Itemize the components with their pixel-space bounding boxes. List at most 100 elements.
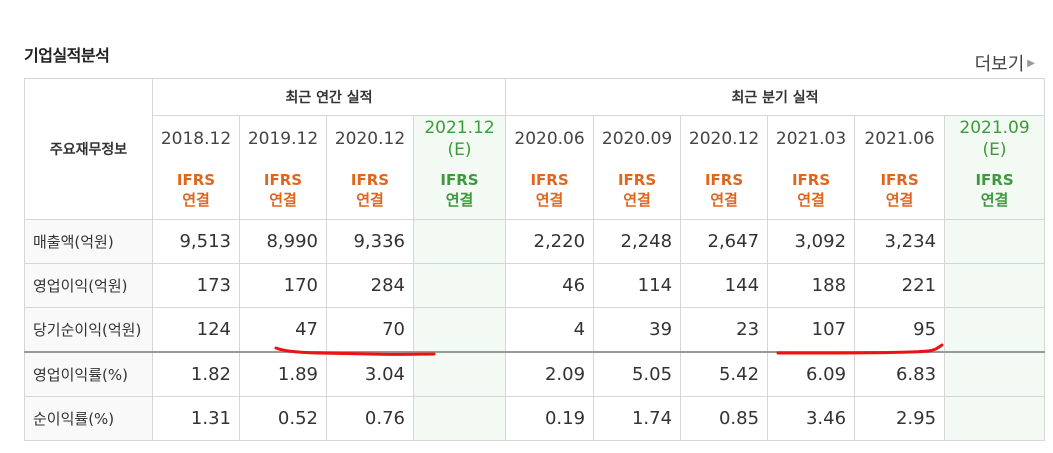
quarter-period-3: 2021.03 [767, 115, 856, 161]
basis-standard: IFRS [975, 171, 1014, 189]
annual-header: 최근 연간 실적 [151, 78, 507, 116]
table-cell: 5.05 [593, 351, 682, 397]
table-cell [412, 351, 507, 397]
table-cell: 70 [326, 307, 414, 353]
basis-type: 연결 [623, 191, 651, 209]
table-row: 영업이익(억원) 173 170 284 46 114 144 188 221 [24, 263, 1046, 308]
table-cell [412, 396, 507, 441]
row-label: 매출액(억원) [24, 219, 153, 264]
table-row: 순이익률(%) 1.31 0.52 0.76 0.19 1.74 0.85 3.46 2.95 [24, 396, 1046, 441]
table-cell: 3,234 [854, 219, 946, 264]
table-cell: 3.04 [326, 351, 414, 397]
table-cell: 6.83 [854, 351, 946, 397]
table-cell: 3,092 [767, 219, 856, 264]
basis-type: 연결 [885, 191, 914, 209]
table-cell [944, 396, 1046, 441]
table-cell: 0.76 [326, 396, 414, 441]
annual-basis-1: IFRS 연결 [239, 161, 327, 220]
table-cell: 9,336 [326, 219, 414, 264]
table-cell [412, 219, 507, 264]
table-cell [944, 351, 1046, 397]
table-cell: 1.31 [152, 396, 240, 441]
basis-standard: IFRS [440, 171, 479, 189]
table-cell: 173 [152, 263, 240, 308]
table-cell: 170 [239, 263, 327, 308]
table-cell: 284 [326, 263, 414, 308]
table-cell: 1.82 [152, 351, 240, 397]
annual-basis-3: IFRS 연결 [412, 161, 507, 220]
period-date: 2021.12 [424, 117, 495, 138]
basis-type: 연결 [535, 191, 564, 209]
annual-basis-0: IFRS 연결 [152, 161, 240, 220]
quarter-basis-3: IFRS 연결 [767, 161, 856, 220]
table-cell: 114 [593, 263, 682, 308]
quarter-header: 최근 분기 실적 [505, 78, 1046, 116]
estimate-mark: (E) [982, 139, 1007, 160]
quarter-period-0: 2020.06 [505, 115, 595, 161]
table-cell: 2,248 [593, 219, 682, 264]
basis-standard: IFRS [530, 171, 569, 189]
estimate-mark: (E) [447, 139, 472, 160]
quarter-period-2: 2020.12 [680, 115, 769, 161]
label-header: 주요재무정보 [24, 78, 153, 220]
annual-period-1: 2019.12 [239, 115, 327, 161]
table-cell [944, 307, 1046, 353]
table-row: 영업이익률(%) 1.82 1.89 3.04 2.09 5.05 5.42 6.09 6.83 [24, 351, 1046, 397]
quarter-basis-1: IFRS 연결 [593, 161, 682, 220]
table-cell: 2,647 [680, 219, 769, 264]
annual-period-3: 2021.12 (E) [412, 115, 507, 161]
period-date: 2021.06 [864, 128, 935, 149]
quarter-basis-5: IFRS 연결 [944, 161, 1046, 220]
table-cell [412, 307, 507, 353]
table-cell: 107 [767, 307, 856, 353]
table-cell: 0.19 [505, 396, 595, 441]
period-date: 2018.12 [160, 128, 232, 149]
more-label: 더보기 [974, 54, 1025, 75]
financial-table: 주요재무정보 최근 연간 실적 최근 분기 실적 2018.12 2019.12 2… [24, 78, 1046, 441]
period-date: 2019.12 [247, 128, 319, 149]
table-cell: 39 [593, 307, 682, 353]
basis-type: 연결 [980, 191, 1009, 209]
period-date: 2020.06 [514, 128, 585, 149]
table-cell: 5.42 [680, 351, 769, 397]
table-cell: 3.46 [767, 396, 856, 441]
quarter-basis-4: IFRS 연결 [854, 161, 946, 220]
chevron-right-icon: ▶ [1027, 57, 1035, 69]
row-label: 영업이익(억원) [24, 263, 153, 308]
table-cell [944, 219, 1046, 264]
period-date: 2021.09 [959, 117, 1030, 138]
quarter-basis-0: IFRS 연결 [505, 161, 595, 220]
table-cell: 188 [767, 263, 856, 308]
table-cell: 0.52 [239, 396, 327, 441]
basis-type: 연결 [445, 191, 474, 209]
section-title: 기업실적분석 [24, 46, 110, 65]
table-cell: 144 [680, 263, 769, 308]
basis-standard: IFRS [704, 171, 744, 189]
quarter-period-5: 2021.09 (E) [944, 115, 1046, 161]
more-link[interactable]: 더보기 ▶ [975, 50, 1035, 76]
quarter-period-1: 2020.09 [593, 115, 682, 161]
basis-standard: IFRS [176, 171, 216, 189]
table-cell: 2.09 [505, 351, 595, 397]
basis-type: 연결 [269, 191, 297, 209]
table-cell: 23 [680, 307, 769, 353]
table-cell: 9,513 [152, 219, 240, 264]
table-cell: 1.74 [593, 396, 682, 441]
row-label: 당기순이익(억원) [24, 307, 153, 353]
table-cell: 1.89 [239, 351, 327, 397]
period-date: 2021.03 [775, 128, 847, 149]
table-cell: 124 [152, 307, 240, 353]
table-cell: 46 [505, 263, 595, 308]
basis-standard: IFRS [263, 171, 303, 189]
table-cell: 47 [239, 307, 327, 353]
table-row: 당기순이익(억원) 124 47 70 4 39 23 107 95 [24, 307, 1046, 353]
basis-standard: IFRS [880, 171, 919, 189]
table-cell: 0.85 [680, 396, 769, 441]
basis-standard: IFRS [617, 171, 657, 189]
period-date: 2020.12 [334, 128, 406, 149]
quarter-period-4: 2021.06 [854, 115, 946, 161]
basis-type: 연결 [356, 191, 384, 209]
table-cell [944, 263, 1046, 308]
table-cell: 4 [505, 307, 595, 353]
table-cell: 8,990 [239, 219, 327, 264]
